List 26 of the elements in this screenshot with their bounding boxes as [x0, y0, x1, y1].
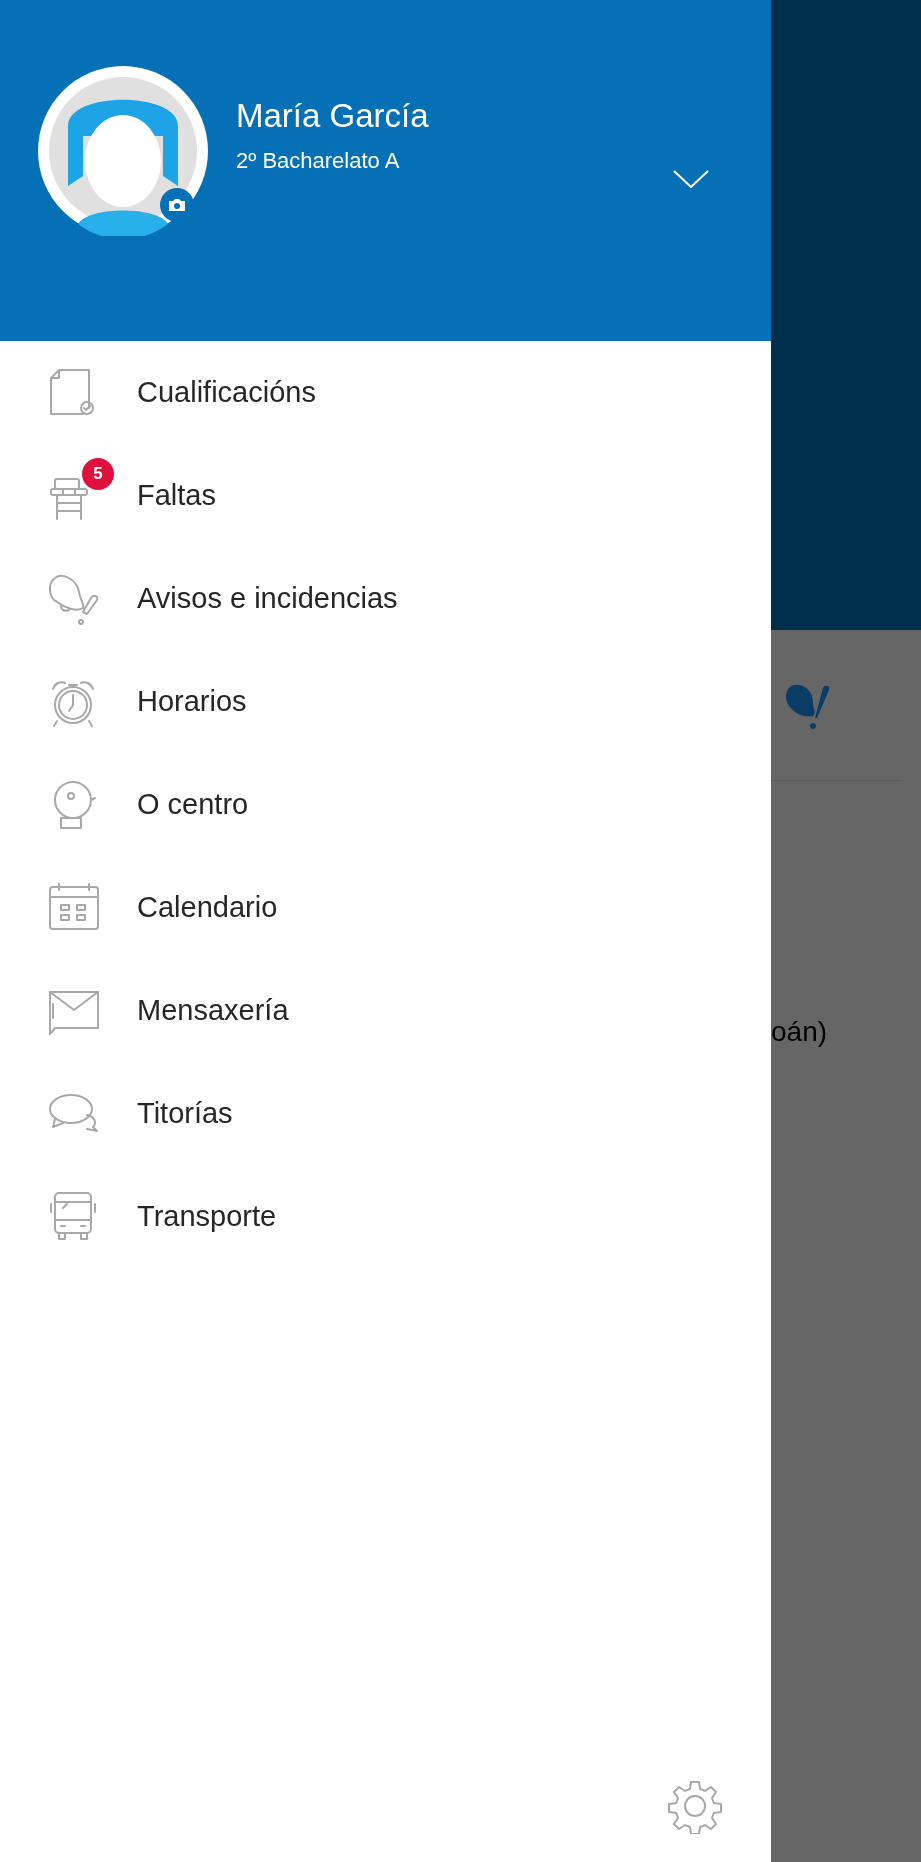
menu-item[interactable]: 5 Faltas: [0, 444, 771, 547]
user-name: María García: [236, 96, 430, 136]
menu-label: Cualificacións: [137, 374, 316, 410]
menu-label: O centro: [137, 786, 249, 822]
settings-icon: [667, 1778, 723, 1834]
menu-item[interactable]: Titorías: [0, 1062, 771, 1165]
chevron-down-icon: [673, 170, 709, 188]
avatar[interactable]: [38, 66, 208, 236]
menu-item[interactable]: Calendario: [0, 856, 771, 959]
menu-label: Avisos e incidencias: [137, 580, 398, 616]
menu-item[interactable]: Avisos e incidencias: [0, 547, 771, 650]
menu-label: Transporte: [137, 1198, 277, 1234]
menu-label: Titorías: [137, 1095, 233, 1131]
user-group: 2º Bacharelato A: [236, 144, 671, 177]
menu-label: Horarios: [137, 683, 247, 719]
menu-item[interactable]: O centro: [0, 753, 771, 856]
menu-item[interactable]: Horarios: [0, 650, 771, 753]
menu-label: Calendario: [137, 889, 278, 925]
menu-label: Mensaxería: [137, 992, 289, 1028]
count-badge: 5: [82, 457, 114, 490]
menu-label: Faltas: [137, 477, 216, 513]
menu-item[interactable]: Mensaxería: [0, 959, 771, 1062]
menu-item[interactable]: Transporte: [0, 1165, 771, 1268]
content-text: oán): [771, 1015, 829, 1049]
menu-item[interactable]: Cualificacións: [0, 341, 771, 444]
camera-icon: [168, 198, 186, 212]
